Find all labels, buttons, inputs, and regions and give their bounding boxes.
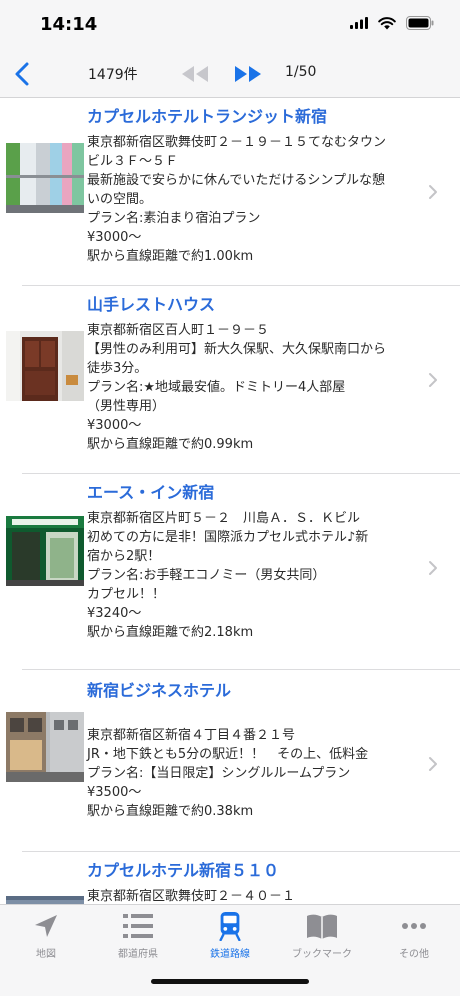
restaurant-door-image <box>6 331 84 401</box>
hotel-row[interactable]: エース・イン新宿 東京都新宿区片町５－２ 川島Ａ．Ｓ．Ｋビル 初めての方に是非！… <box>0 474 460 670</box>
tab-label: ブックマーク <box>292 949 352 960</box>
wifi-icon <box>378 16 396 29</box>
hotel-description-cont: いの空間。 <box>87 192 153 207</box>
hotel-row[interactable]: カプセルホテル新宿５１０ 東京都新宿区歌舞伎町２－４０－１ <box>0 852 460 904</box>
hotel-address: 東京都新宿区百人町１－９－５ <box>87 323 270 338</box>
hotel-description: 最新施設で安らかに休んでいただけるシンプルな憩 <box>87 173 385 188</box>
hotel-address-cont: ビル３Ｆ～５Ｆ <box>87 154 179 169</box>
hotel-address: 東京都新宿区歌舞伎町２－１９－１５てなむタウン <box>87 135 387 150</box>
page-indicator: 1/50 <box>285 64 317 80</box>
tab-other[interactable]: その他 <box>368 911 460 967</box>
hotel-distance: 駅から直線距離で約0.38km <box>87 804 254 819</box>
hotel-plan-cont: （男性専用） <box>87 399 166 414</box>
hotel-price: ¥3240～ <box>87 606 142 621</box>
hotel-thumbnail <box>6 331 84 401</box>
hotel-description-cont: 徒歩3分。 <box>87 361 148 376</box>
hotel-name: カプセルホテル新宿５１０ <box>87 861 280 880</box>
hotel-price: ¥3500～ <box>87 785 142 800</box>
result-count: 1479件 <box>88 67 138 83</box>
hotel-distance: 駅から直線距離で約2.18km <box>87 625 254 640</box>
tab-label: 都道府県 <box>118 949 158 960</box>
tab-label: 鉄道路線 <box>210 949 250 960</box>
hotel-list: カプセルホテルトランジット新宿 東京都新宿区歌舞伎町２－１９－１５てなむタウン … <box>0 98 460 904</box>
hotel-plan-cont: カプセル！！ <box>87 587 166 602</box>
hotel-row[interactable]: カプセルホテルトランジット新宿 東京都新宿区歌舞伎町２－１９－１５てなむタウン … <box>0 98 460 286</box>
navigation-bar: 1479件 1/50 <box>0 50 460 98</box>
hotel-thumbnail <box>6 143 84 213</box>
hotel-thumbnail <box>6 896 84 904</box>
tab-map[interactable]: 地図 <box>0 911 92 967</box>
hotel-name: 山手レストハウス <box>87 295 216 314</box>
hotel-price: ¥3000～ <box>87 418 142 433</box>
hotel-thumbnail <box>6 516 84 586</box>
battery-icon <box>406 16 434 30</box>
hotel-plan: プラン名:【当日限定】シングルルームプラン <box>87 766 351 781</box>
hotel-distance: 駅から直線距離で約1.00km <box>87 249 254 264</box>
hotel-row[interactable]: 山手レストハウス 東京都新宿区百人町１－９－５ 【男性のみ利用可】新大久保駅、大… <box>0 286 460 474</box>
hotel-name: 新宿ビジネスホテル <box>87 681 232 700</box>
back-button[interactable] <box>10 60 36 88</box>
location-arrow-icon <box>35 915 57 937</box>
hotel-photo-image <box>6 896 84 904</box>
hotel-name: カプセルホテルトランジット新宿 <box>87 107 328 126</box>
hotel-description-cont: 宿から2駅！ <box>87 549 161 564</box>
previous-page-button[interactable] <box>180 63 210 85</box>
tab-bookmarks[interactable]: ブックマーク <box>276 911 368 967</box>
hotel-price: ¥3000～ <box>87 230 142 245</box>
hotel-address: 東京都新宿区歌舞伎町２－４０－１ <box>87 889 296 904</box>
hotel-description: JR・地下鉄とも5分の駅近！！ その上、低料金 <box>87 747 369 762</box>
hotel-thumbnail <box>6 712 84 782</box>
capsule-lockers-image <box>6 143 84 213</box>
tab-prefectures[interactable]: 都道府県 <box>92 911 184 967</box>
status-time: 14:14 <box>40 14 98 35</box>
tab-label: 地図 <box>36 949 56 960</box>
tab-railway-lines[interactable]: 鉄道路線 <box>184 911 276 967</box>
hotel-distance: 駅から直線距離で約0.99km <box>87 437 254 452</box>
chevron-right-icon <box>429 561 437 575</box>
book-icon <box>307 914 337 939</box>
hotel-address: 東京都新宿区新宿４丁目４番２１号 <box>87 728 296 743</box>
status-bar: 14:14 <box>0 0 460 50</box>
hotel-plan: プラン名:★地域最安値。ドミトリー4人部屋 <box>87 380 346 395</box>
chevron-right-icon <box>429 373 437 387</box>
hotel-description: 【男性のみ利用可】新大久保駅、大久保駅南口から <box>87 342 387 357</box>
status-icons <box>350 16 434 30</box>
hotel-plan: プラン名:素泊まり宿泊プラン <box>87 211 261 226</box>
next-page-button[interactable] <box>233 63 263 85</box>
business-hotel-building-image <box>6 712 84 782</box>
hotel-row[interactable]: 新宿ビジネスホテル 東京都新宿区新宿４丁目４番２１号 JR・地下鉄とも5分の駅近… <box>0 670 460 852</box>
list-icon <box>123 914 153 938</box>
chevron-right-icon <box>429 185 437 199</box>
hotel-description: 初めての方に是非！国際派カプセル式ホテル♪新 <box>87 530 369 545</box>
hotel-address: 東京都新宿区片町５－２ 川島Ａ．Ｓ．Ｋビル <box>87 511 361 526</box>
train-icon <box>219 911 241 941</box>
signal-icon <box>350 17 368 29</box>
chevron-right-icon <box>429 757 437 771</box>
hotel-name: エース・イン新宿 <box>87 483 215 502</box>
home-indicator <box>151 979 309 984</box>
tab-label: その他 <box>399 949 429 960</box>
capsule-hotel-facade-image <box>6 516 84 586</box>
hotel-plan: プラン名:お手軽エコノミー（男女共同） <box>87 568 326 583</box>
more-icon <box>402 923 426 929</box>
